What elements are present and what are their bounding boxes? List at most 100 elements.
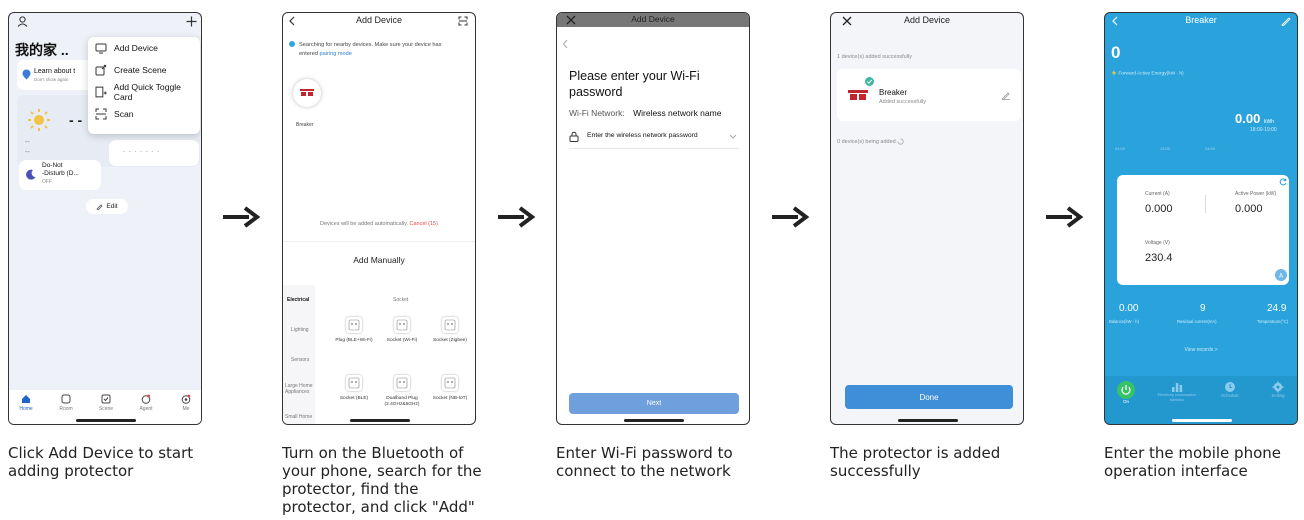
screen-device-added: Add Device 1 device(s) added successfull…	[830, 12, 1024, 425]
added-device-card[interactable]: Breaker Added successfully	[837, 69, 1021, 121]
dont-show-text[interactable]: Don't show again	[34, 77, 68, 82]
back-icon[interactable]	[562, 39, 569, 49]
home-indicator	[76, 419, 136, 422]
tab-agent[interactable]: Agent	[129, 394, 163, 412]
socket-tile-wifi[interactable]	[394, 317, 410, 333]
hour-energy-value: 0.00	[1235, 111, 1261, 126]
screen-breaker-control: Breaker 0 Forward Active Energy(kW · h) …	[1104, 12, 1298, 425]
tab-room[interactable]: Room	[49, 394, 83, 412]
lock-icon	[569, 131, 579, 142]
tab-schedule[interactable]: Schedule	[1215, 381, 1245, 398]
time-tick-1: 01:00	[1115, 146, 1126, 151]
screen-wifi-password: Add Device Please enter your Wi-Fi passw…	[556, 12, 750, 425]
done-button[interactable]: Done	[845, 385, 1013, 409]
home-indicator	[350, 419, 410, 422]
menu-create-scene[interactable]: Create Scene	[88, 59, 200, 81]
add-manually-heading: Add Manually	[353, 255, 405, 265]
screen-home: 我的家 .. Learn about t Don't show again - …	[8, 12, 202, 425]
menu-add-device-label: Add Device	[114, 43, 158, 53]
placeholder-dashes: - - - - - - -	[123, 149, 160, 155]
arrow-right-icon	[772, 206, 810, 228]
being-added-row: 0 device(s) being added	[837, 138, 904, 145]
category-large-home-appliances[interactable]: Large Home Appliances	[285, 383, 315, 395]
readings-card: Current (A) 0.000 Active Power (kW) 0.00…	[1117, 175, 1289, 285]
tab-statistics[interactable]: Electricity consumption statistics	[1157, 381, 1197, 402]
tab-schedule-label: Schedule	[1221, 393, 1239, 398]
category-small-home[interactable]: Small Home	[285, 414, 312, 420]
password-field[interactable]: Enter the wireless network password	[569, 129, 739, 149]
power-icon	[1117, 381, 1135, 399]
arrow-right-icon	[1046, 206, 1084, 228]
dnd-card[interactable]: Do-Not -Disturb (D... OFF	[19, 160, 101, 190]
wifi-network-label: Wi-Fi Network:	[569, 108, 625, 118]
card-icon	[95, 86, 107, 98]
tab-setting[interactable]: Setting	[1263, 381, 1293, 398]
tab-me[interactable]: Me	[169, 394, 201, 412]
tab-me-label: Me	[182, 406, 190, 412]
pairing-mode-link[interactable]: pairing mode	[320, 51, 352, 57]
socket-tile-ble[interactable]	[346, 375, 362, 391]
scan-icon[interactable]	[458, 16, 468, 26]
power-reading: 0.000	[1235, 203, 1263, 215]
menu-add-quick-toggle-card[interactable]: Add Quick Toggle Card	[88, 81, 200, 103]
home-title[interactable]: 我的家 ..	[15, 40, 69, 60]
socket-tile-nbiot[interactable]	[442, 375, 458, 391]
dnd-state: OFF	[42, 179, 52, 185]
page-title: Add Device	[631, 14, 675, 24]
gear-icon	[1272, 381, 1284, 393]
caption-step-4: The protector is added successfully	[830, 444, 1001, 480]
added-device-name: Breaker	[879, 88, 908, 97]
socket-label-nbiot: Socket (NB-IoT)	[432, 396, 468, 401]
socket-icon	[396, 319, 408, 331]
category-sensors[interactable]: Sensors	[291, 357, 309, 363]
socket-tile-zigbee[interactable]	[442, 317, 458, 333]
pencil-icon[interactable]	[1001, 91, 1010, 100]
weather-dashes-3: --	[25, 149, 30, 156]
socket-icon	[348, 319, 360, 331]
caption-step-5: Enter the mobile phone operation interfa…	[1104, 444, 1281, 480]
add-menu: Add Device Create Scene Add Quick Toggle…	[88, 37, 200, 134]
pencil-icon[interactable]	[1281, 16, 1291, 26]
chevron-down-icon[interactable]	[729, 134, 737, 139]
socket-label-dualband: Dualband Plug (2.4GHz&5GHz)	[384, 396, 420, 407]
me-icon	[181, 394, 191, 404]
next-button[interactable]: Next	[569, 393, 739, 414]
socket-tile-dualband[interactable]	[394, 375, 410, 391]
tab-on-label: On	[1122, 399, 1129, 404]
category-lighting[interactable]: Lighting	[291, 327, 309, 333]
weather-dashes-2: --	[25, 139, 30, 146]
moon-icon	[26, 169, 36, 180]
placeholder-card[interactable]: - - - - - - -	[109, 140, 199, 166]
room-icon	[61, 394, 71, 404]
socket-label-wifi: Socket (Wi-Fi)	[386, 338, 418, 343]
caption-step-1: Click Add Device to start adding protect…	[8, 444, 194, 480]
page-title: Add Device	[355, 15, 403, 25]
menu-add-device[interactable]: Add Device	[88, 37, 200, 59]
edit-button[interactable]: Edit	[86, 199, 128, 214]
tab-scene[interactable]: Scene	[89, 394, 123, 412]
user-icon[interactable]	[17, 16, 28, 27]
balance-label: Balance(kW · h)	[1109, 319, 1140, 324]
home-indicator	[624, 419, 684, 422]
modal-header: Add Device	[557, 13, 749, 27]
control-tab-bar: On Electricity consumption statistics Sc…	[1105, 376, 1297, 424]
page-title: Breaker	[1185, 15, 1217, 25]
tab-on[interactable]: On	[1115, 381, 1137, 404]
refresh-icon[interactable]	[1279, 178, 1287, 186]
breaker-icon	[300, 89, 314, 96]
plus-icon[interactable]	[186, 16, 197, 27]
cancel-link[interactable]: Cancel (15)	[410, 221, 438, 227]
socket-tile-plug-ble-wifi[interactable]	[346, 317, 362, 333]
view-records-link[interactable]: View records >	[1105, 347, 1297, 353]
hour-energy-unit: kWh	[1263, 119, 1274, 125]
residual-label: Residual current(mA)	[1177, 319, 1217, 324]
socket-icon	[444, 319, 456, 331]
auto-add-note: Devices will be added automatically. Can…	[283, 221, 475, 227]
tab-home[interactable]: Home	[9, 394, 43, 412]
menu-scan[interactable]: Scan	[88, 103, 200, 125]
dnd-label-1: Do-Not	[42, 162, 63, 169]
wifi-network-row[interactable]: Wi-Fi Network: Wireless network name	[569, 108, 721, 118]
breaker-device-found[interactable]	[293, 79, 321, 107]
category-electrical[interactable]: Electrical	[287, 297, 309, 303]
energy-value: 0	[1111, 43, 1121, 62]
